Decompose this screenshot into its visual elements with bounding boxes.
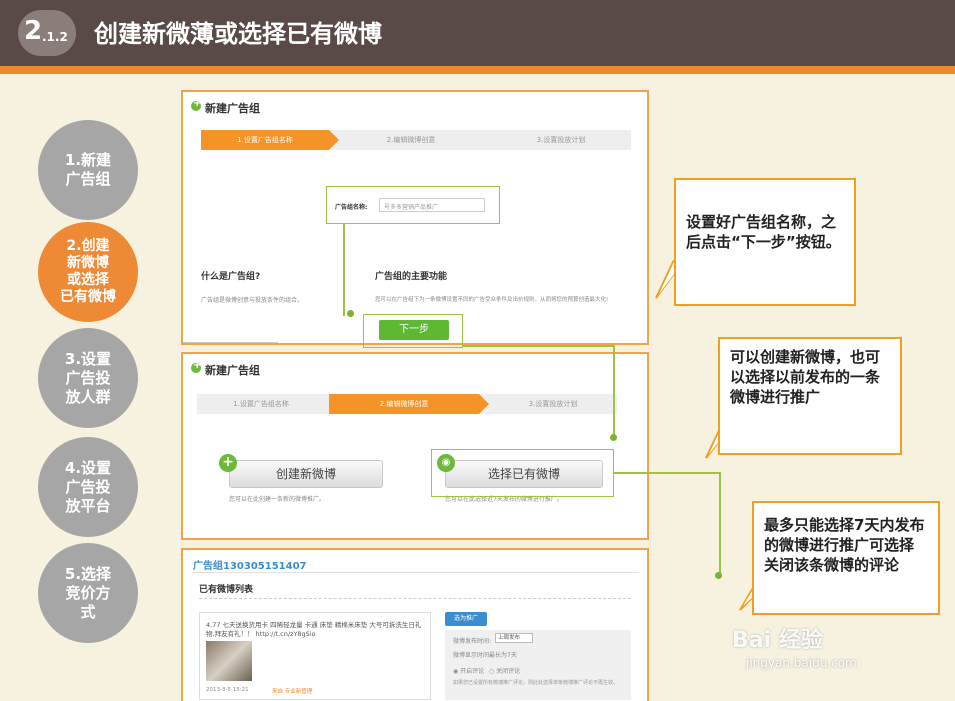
highlight-name-field (326, 186, 500, 224)
step-4-line-2: 广告投 (65, 477, 111, 496)
connector-2-horizontal (463, 345, 613, 347)
section-subnumber: .1.2 (42, 30, 68, 44)
title-bar: 2 .1.2 创建新微薄或选择已有微博 (0, 0, 955, 74)
step-4-set-platform: 4.设置 广告投 放平台 (38, 437, 138, 537)
step-4-line-1: 4.设置 (64, 458, 112, 477)
step-2-line-1: 2.创建 (66, 238, 110, 254)
step-3-line-3: 放人群 (65, 387, 111, 406)
radio-open-comments[interactable]: ◉ 开启评论 (453, 666, 484, 675)
panel-1-title: 新建广告组 (205, 102, 260, 115)
step-2-create-or-select-weibo: 2.创建 新微博 或选择 已有微博 (38, 222, 138, 322)
step-2-line-4: 已有微博 (60, 289, 116, 305)
step-1-line-1: 1.新建 (64, 151, 112, 169)
panel-existing-weibo-list: 广告组130305151407 已有微博列表 4.77 七天送换货用卡 四稀轻龙… (181, 548, 649, 701)
panel-1-wizard: 1.设置广告组名称 2.编辑微博创意 3.设置投放计划 (201, 130, 631, 150)
step-5-line-2: 竞价方 (65, 583, 111, 602)
title-underline (0, 66, 955, 74)
baidu-jingyan-watermark: Bai 经验 (732, 628, 823, 653)
callout-create-or-select: 可以创建新微博，也可以选择以前发布的一条微博进行推广 (718, 337, 902, 455)
plus-circle-icon (191, 98, 201, 111)
step-4-line-3: 放平台 (65, 496, 111, 515)
step-5-line-3: 式 (80, 602, 96, 621)
plus-icon: + (219, 454, 237, 472)
panel-edit-weibo: 新建广告组 1.设置广告组名称 2.编辑微博创意 3.设置投放计划 创建新微博 … (181, 352, 649, 540)
wizard-step-3: 3.设置投放计划 (536, 136, 586, 144)
radio-close-label: 关闭评论 (496, 668, 521, 675)
weibo-post-text: 4.77 七天送换货用卡 四稀轻龙量 卡通 床垫 精棉米床垫 大号可拆洗生日礼物… (206, 621, 422, 638)
weibo-options-panel: 微博发布时间: 上周发布 微博显示时间最长为7天 ◉ 开启评论 ○ 关闭评论 如… (445, 630, 631, 700)
step-3-set-audience: 3.设置 广告投 放人群 (38, 328, 138, 428)
step-3-line-1: 3.设置 (64, 349, 112, 368)
publish-time-label: 微博发布时间: (453, 638, 492, 645)
weibo-post-source: 来自 专业新管理 (272, 689, 313, 695)
main-functions-text: 您可以在广告组下为一条微博设置不同的广告受众条件及出价规则，从而将您的预算创造最… (375, 297, 609, 303)
highlight-select-button (431, 449, 614, 497)
plus-circle-icon (191, 360, 201, 373)
panel-2-wizard: 1.设置广告组名称 2.编辑微博创意 3.设置投放计划 (197, 394, 617, 414)
highlight-next-button (363, 314, 463, 348)
comments-note: 如果您已设置所有微博推广评论，则此处选择单条微博推广评论不再生效。 (453, 680, 619, 686)
page-title: 创建新微薄或选择已有微博 (94, 20, 382, 48)
step-2-line-3: 或选择 (67, 272, 109, 288)
display-limit-text: 微博显示时间最长为7天 (453, 652, 517, 659)
wizard-step-2: 2.编辑微博创意 (329, 394, 489, 414)
wizard-step-3: 3.设置投放计划 (528, 400, 578, 408)
panel-1-header: 新建广告组 (183, 92, 647, 122)
panel-2-title: 新建广告组 (205, 364, 260, 377)
create-new-weibo-button[interactable]: 创建新微博 (229, 460, 383, 488)
callout-7-day-limit: 最多只能选择7天内发布的微博进行推广可选择关闭该条微博的评论 (752, 501, 940, 615)
step-1-create-ad-group: 1.新建 广告组 (38, 120, 138, 220)
connector-1-vertical (343, 224, 345, 316)
step-3-line-2: 广告投 (65, 368, 111, 387)
connector-1-dot (347, 310, 354, 317)
radio-open-label: 开启评论 (460, 668, 485, 675)
divider-dashed (199, 598, 631, 599)
promote-button[interactable]: 选为推广 (445, 612, 487, 626)
divider (193, 572, 639, 573)
weibo-post-card[interactable]: 4.77 七天送换货用卡 四稀轻龙量 卡通 床垫 精棉米床垫 大号可拆洗生日礼物… (199, 612, 431, 700)
connector-3-horizontal (614, 472, 720, 474)
what-is-ad-group-title: 什么是广告组? (201, 272, 261, 282)
radio-close-comments[interactable]: ○ 关闭评论 (489, 666, 520, 675)
section-badge: 2 .1.2 (18, 10, 76, 56)
ad-group-id: 广告组130305151407 (193, 561, 307, 572)
panel-1-scroll-hint (183, 342, 278, 343)
connector-2-vertical (613, 345, 615, 439)
main-functions-title: 广告组的主要功能 (375, 272, 448, 282)
weibo-post-time: 2013-3-5 15:21 (206, 687, 249, 693)
existing-weibo-list-title: 已有微博列表 (199, 585, 254, 595)
what-is-ad-group-text: 广告组是微博创意与投放条件的组合。 (201, 297, 304, 304)
watermark-url: jingyan.baidu.com (746, 656, 857, 670)
wizard-step-2: 2.编辑微博创意 (386, 136, 436, 144)
step-5-bidding: 5.选择 竞价方式 (38, 543, 138, 643)
connector-3-dot (715, 572, 722, 579)
section-number: 2 (24, 16, 43, 46)
panel-2-header: 新建广告组 (183, 354, 647, 384)
connector-3-vertical (719, 472, 721, 576)
publish-time-select[interactable]: 上周发布 (495, 633, 533, 643)
weibo-post-image (206, 641, 252, 681)
step-5-line-1: 5.选择 (64, 564, 112, 583)
wizard-step-1: 1.设置广告组名称 (233, 400, 289, 408)
connector-2-dot (610, 434, 617, 441)
step-1-line-2: 广告组 (65, 170, 111, 188)
wizard-step-1: 1.设置广告组名称 (201, 130, 339, 150)
callout-set-group-name: 设置好广告组名称，之后点击“下一步”按钮。 (674, 178, 856, 306)
step-2-line-2: 新微博 (67, 255, 109, 271)
create-new-weibo-hint: 您可以在此创建一条新的微博推广。 (229, 496, 326, 503)
